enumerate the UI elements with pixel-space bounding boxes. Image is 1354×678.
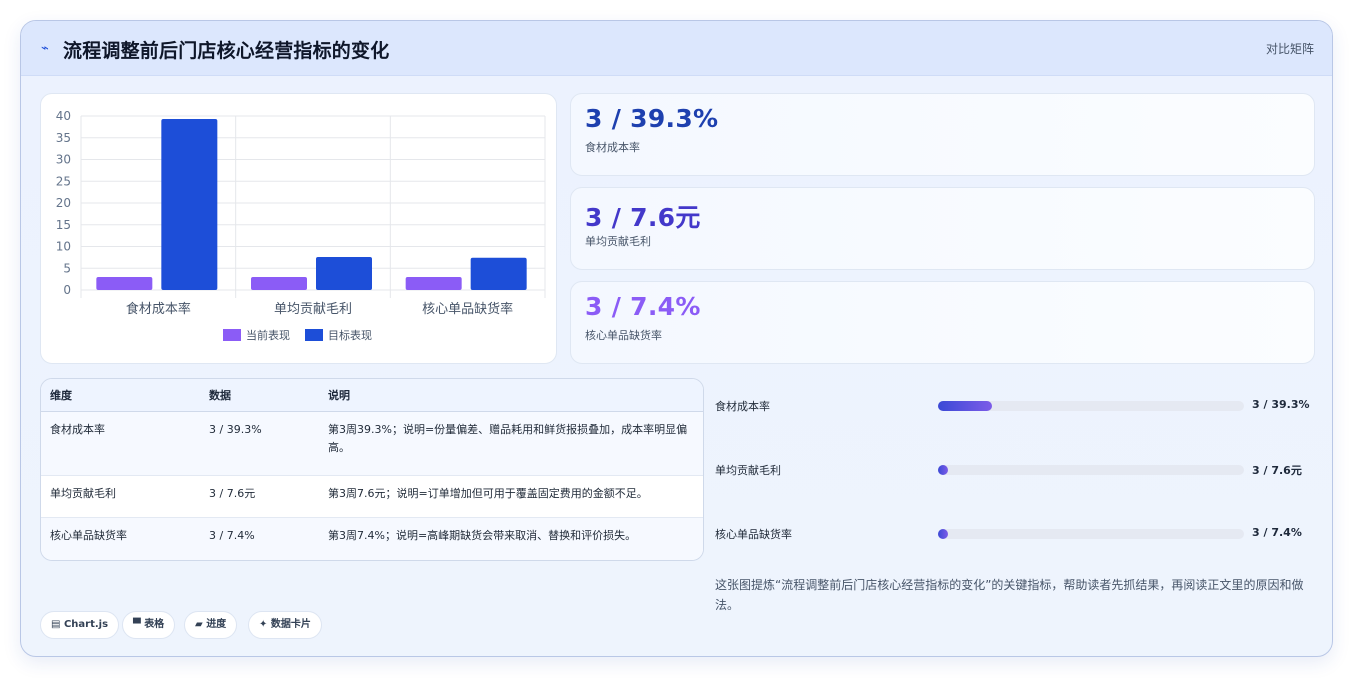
progress-value: 3 / 7.4% (1252, 526, 1302, 539)
bar (405, 276, 462, 290)
y-tick-label: 25 (56, 174, 71, 188)
stat-value: 3 / 7.6元 (585, 203, 701, 232)
stat-label: 食材成本率 (585, 141, 640, 154)
stat-card-cost-rate: 3 / 39.3% 食材成本率 (570, 93, 1315, 176)
bar (161, 119, 218, 290)
bar (316, 256, 372, 290)
table-header-row: 维度 数据 说明 (41, 379, 703, 412)
legend-label: 当前表现 (246, 328, 290, 342)
table-cell: 第3周7.4%；说明=高峰期缺货会带来取消、替换和评价损失。 (328, 529, 637, 542)
table-cell: 第3周39.3%；说明=份量偏差、赠品耗用和鲜货报损叠加，成本率明显偏高。 (328, 423, 688, 454)
progress-label: 核心单品缺货率 (715, 528, 792, 541)
sparkle-icon: ✦ (259, 619, 268, 630)
column-header: 数据 (209, 389, 231, 402)
column-header: 维度 (50, 389, 72, 402)
x-tick-label: 核心单品缺货率 (422, 301, 513, 317)
chip-data-cards[interactable]: ✦ 数据卡片 (248, 611, 322, 639)
progress-fill (938, 401, 992, 411)
bar (251, 276, 307, 290)
stat-label: 单均贡献毛利 (585, 235, 651, 248)
progress-value: 3 / 7.6元 (1252, 464, 1302, 477)
progress-row: 单均贡献毛利 3 / 7.6元 (715, 460, 1315, 480)
progress-row: 核心单品缺货率 3 / 7.4% (715, 524, 1315, 544)
table-cell: 单均贡献毛利 (50, 487, 116, 500)
progress-track (938, 529, 1244, 539)
y-tick-label: 15 (56, 218, 71, 232)
page-title: 流程调整前后门店核心经营指标的变化 (63, 40, 390, 62)
chip-label: Chart.js (63, 619, 109, 630)
y-tick-label: 0 (63, 283, 71, 297)
progress-label: 单均贡献毛利 (715, 464, 781, 477)
y-tick-label: 35 (56, 131, 71, 145)
progress-track (938, 401, 1244, 411)
chart-icon: ▤ (51, 619, 61, 630)
y-tick-label: 30 (56, 153, 71, 167)
card-header: ⌁ 流程调整前后门店核心经营指标的变化 对比矩阵 (21, 21, 1332, 76)
trend-icon: ⌁ (41, 41, 49, 56)
legend-label: 目标表现 (328, 328, 372, 342)
progress-label: 食材成本率 (715, 400, 770, 413)
stat-card-stockout: 3 / 7.4% 核心单品缺货率 (570, 281, 1315, 364)
progress-fill (938, 465, 949, 475)
y-tick-label: 40 (56, 109, 71, 123)
chip-label: 进度 (206, 619, 227, 630)
stat-label: 核心单品缺货率 (585, 329, 662, 342)
table-cell: 3 / 7.6元 (209, 487, 256, 500)
table-cell: 食材成本率 (50, 423, 105, 436)
data-table: 维度 数据 说明 食材成本率 3 / 39.3% 第3周39.3%；说明=份量偏… (40, 378, 704, 561)
stat-card-margin: 3 / 7.6元 单均贡献毛利 (570, 187, 1315, 270)
chip-label: 数据卡片 (270, 619, 311, 630)
stat-value: 3 / 39.3% (585, 104, 719, 133)
bar (470, 257, 527, 290)
x-tick-label: 单均贡献毛利 (274, 302, 352, 317)
stat-value: 3 / 7.4% (585, 292, 701, 321)
progress-fill (938, 529, 949, 539)
bar (96, 276, 153, 290)
y-tick-label: 10 (56, 240, 71, 254)
chip-label: 表格 (144, 619, 165, 630)
progress-row: 食材成本率 3 / 39.3% (715, 396, 1315, 416)
column-header: 说明 (328, 389, 350, 402)
table-cell: 第3周7.6元；说明=订单增加但可用于覆盖固定费用的金额不足。 (328, 487, 648, 500)
y-tick-label: 20 (56, 196, 71, 210)
chip-chartjs[interactable]: ▤ Chart.js (40, 611, 120, 639)
table-row: 核心单品缺货率 3 / 7.4% 第3周7.4%；说明=高峰期缺货会带来取消、替… (41, 518, 703, 560)
x-tick-label: 食材成本率 (126, 301, 191, 317)
progress-track (938, 465, 1244, 475)
chart-description: 这张图提炼“流程调整前后门店核心经营指标的变化”的关键指标，帮助读者先抓结果，再… (715, 578, 1304, 612)
progress-icon: ▰ (195, 619, 203, 630)
bar-chart: 0 5 10 15 20 25 30 35 40 食材成本率 单均贡献毛利 核心单品缺货率当前表现 目标… (56, 109, 546, 342)
metrics-card: ⌁ 流程调整前后门店核心经营指标的变化 对比矩阵 0 5 10 15 20 25 30 35 4… (20, 20, 1333, 657)
legend-swatch (223, 329, 241, 341)
table-cell: 3 / 39.3% (209, 423, 262, 436)
view-tag: 对比矩阵 (1265, 42, 1314, 56)
progress-value: 3 / 39.3% (1252, 398, 1310, 411)
table-row: 单均贡献毛利 3 / 7.6元 第3周7.6元；说明=订单增加但可用于覆盖固定费… (41, 476, 703, 518)
table-icon: ▀ (133, 619, 141, 630)
table-cell: 核心单品缺货率 (50, 529, 127, 542)
legend-swatch (305, 329, 323, 341)
chip-table[interactable]: ▀ 表格 (122, 611, 176, 639)
table-row: 食材成本率 3 / 39.3% 第3周39.3%；说明=份量偏差、赠品耗用和鲜货… (41, 412, 703, 476)
table-cell: 3 / 7.4% (209, 529, 255, 542)
y-tick-label: 5 (63, 261, 71, 275)
bar-chart-panel: 0 5 10 15 20 25 30 35 40 食材成本率 单均贡献毛利 核心单品缺货率当前表现 目标… (40, 93, 557, 364)
chip-progress[interactable]: ▰ 进度 (184, 611, 238, 639)
